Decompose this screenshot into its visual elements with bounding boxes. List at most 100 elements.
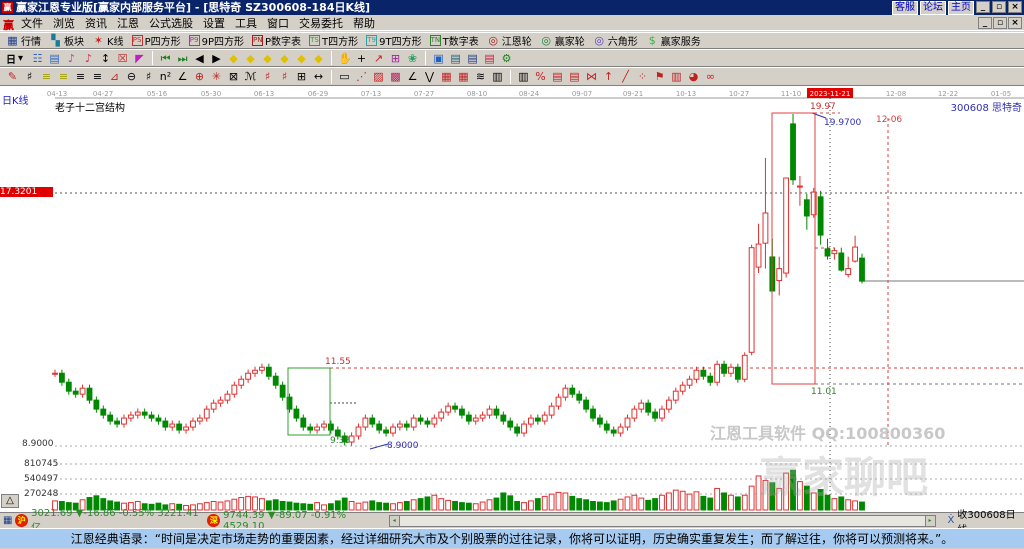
toolbar-button[interactable]: ▚ 板块 [49, 33, 88, 48]
zoom-a-icon[interactable]: ◆ [227, 52, 240, 65]
menu-item[interactable]: 帮助 [348, 15, 380, 31]
last-icon[interactable]: ⏭ [176, 52, 189, 65]
indicator-b-icon[interactable]: ♪ [82, 52, 95, 65]
menu-item[interactable]: 设置 [198, 15, 230, 31]
minimize-button[interactable]: _ [976, 1, 990, 13]
child-close-button[interactable]: × [1008, 17, 1022, 29]
link-home[interactable]: 主页 [948, 1, 974, 15]
list-icon[interactable]: ▤ [48, 52, 61, 65]
gann-b-icon[interactable]: ≡ [57, 70, 70, 83]
toolbar-button[interactable]: TN T数字表 [429, 33, 483, 48]
crosshair-icon[interactable]: + [355, 52, 368, 65]
toolbar-button[interactable]: ◎ 六角形 [593, 33, 642, 48]
gann-c-icon[interactable]: ≡ [74, 70, 87, 83]
rect-icon[interactable]: ▭ [338, 70, 351, 83]
toolbar-button[interactable]: PS P四方形 [131, 33, 185, 48]
gann-d-icon[interactable]: ≡ [91, 70, 104, 83]
menu-item[interactable]: 工具 [230, 15, 262, 31]
menu-item[interactable]: 资讯 [80, 15, 112, 31]
save-a-icon[interactable]: ▤ [449, 52, 462, 65]
menu-item[interactable]: 文件 [16, 15, 48, 31]
loop-icon[interactable]: ∞ [704, 70, 717, 83]
fan-icon[interactable]: ⊿ [108, 70, 121, 83]
close-button[interactable]: × [1008, 1, 1022, 13]
toolbar-button[interactable]: T9 9T四方形 [366, 33, 425, 48]
range-icon[interactable]: ↔ [312, 70, 325, 83]
link-customer-service[interactable]: 客服 [892, 1, 918, 15]
dots-icon[interactable]: ⁘ [636, 70, 649, 83]
fan-lines-icon[interactable]: ⋰ [355, 70, 368, 83]
zoom-f-icon[interactable]: ◆ [312, 52, 325, 65]
bars3-icon[interactable]: ▤ [568, 70, 581, 83]
gann-a-icon[interactable]: ≡ [40, 70, 53, 83]
parallel-icon[interactable]: ≋ [474, 70, 487, 83]
zoom-e-icon[interactable]: ◆ [295, 52, 308, 65]
first-icon[interactable]: ⏮ [159, 52, 172, 65]
period-dropdown[interactable]: 日 ▾ [6, 51, 27, 66]
angle-lines-icon[interactable]: ∠ [406, 70, 419, 83]
child-minimize-button[interactable]: _ [978, 17, 992, 29]
quote-board-icon[interactable]: ▦ [3, 515, 12, 526]
calendar-icon[interactable]: ▣ [432, 52, 445, 65]
toolbar-button[interactable]: ✶ K线 [92, 33, 128, 48]
menu-item[interactable]: 交易委托 [294, 15, 348, 31]
app-menu-icon[interactable]: 赢 [3, 17, 14, 33]
chart-type-icon[interactable]: ☷ [31, 52, 44, 65]
bars-icon[interactable]: ⊞ [295, 70, 308, 83]
square-fan-icon[interactable]: ▨ [372, 70, 385, 83]
box-icon[interactable]: ⊠ [227, 70, 240, 83]
toolbar-button[interactable]: PN P数字表 [252, 33, 305, 48]
n2-icon[interactable]: n² [159, 70, 172, 83]
network-icon[interactable]: ⚙ [500, 52, 513, 65]
percent-icon[interactable]: % [534, 70, 547, 83]
pie-icon[interactable]: ◕ [687, 70, 700, 83]
left-icon[interactable]: ◀ [193, 52, 206, 65]
candle-select-icon[interactable]: ↕ [99, 52, 112, 65]
menu-item[interactable]: 窗口 [262, 15, 294, 31]
circle-icon[interactable]: ⊖ [125, 70, 138, 83]
grid-lines-icon[interactable]: ♯ [142, 70, 155, 83]
toolbar-button[interactable]: P9 9P四方形 [188, 33, 248, 48]
arrow-icon[interactable]: ↑ [602, 70, 615, 83]
hash-icon[interactable]: ♯ [23, 70, 36, 83]
zoom-d-icon[interactable]: ◆ [278, 52, 291, 65]
horizontal-scrollbar[interactable]: ◂ ▸ [388, 514, 936, 527]
menu-item[interactable]: 浏览 [48, 15, 80, 31]
square-grid-icon[interactable]: ▩ [389, 70, 402, 83]
zoom-b-icon[interactable]: ◆ [244, 52, 257, 65]
toolbar-button[interactable]: TS T四方形 [309, 33, 362, 48]
line-tool-icon[interactable]: ╱ [619, 70, 632, 83]
flag-icon[interactable]: ⚑ [653, 70, 666, 83]
toggle-panel-button[interactable]: △ [1, 494, 19, 508]
zigzag-icon[interactable]: ⋁ [423, 70, 436, 83]
toolbar-button[interactable]: ▦ 行情 [6, 33, 45, 48]
maximize-button[interactable]: ▫ [992, 1, 1006, 13]
toolbar-button[interactable]: ◎ 赢家轮 [540, 33, 589, 48]
cycle-icon[interactable]: ⋈ [585, 70, 598, 83]
angle-icon[interactable]: ∠ [176, 70, 189, 83]
brain-icon[interactable]: ❀ [406, 52, 419, 65]
kline-chart[interactable]: 04-13 04-27 05-16 05-30 06-13 06-29 07-13 07-27… [0, 86, 1024, 512]
menu-item[interactable]: 公式选股 [144, 15, 198, 31]
toolbar-button[interactable]: ◎ 江恩轮 [487, 33, 536, 48]
red-a-icon[interactable]: ♯ [261, 70, 274, 83]
child-restore-button[interactable]: ▫ [993, 17, 1007, 29]
star-icon[interactable]: ✳ [210, 70, 223, 83]
hand-icon[interactable]: ✋ [338, 52, 352, 65]
save-b-icon[interactable]: ▤ [466, 52, 479, 65]
indicator-a-icon[interactable]: ♪ [65, 52, 78, 65]
matrix-b-icon[interactable]: ▦ [457, 70, 470, 83]
color-flag-icon[interactable]: ◤ [133, 52, 146, 65]
toolbar-button[interactable]: $ 赢家服务 [646, 33, 705, 48]
red-b-icon[interactable]: ♯ [278, 70, 291, 83]
wave-icon[interactable]: ℳ [244, 70, 257, 83]
link-forum[interactable]: 论坛 [920, 1, 946, 15]
bars2-icon[interactable]: ▤ [551, 70, 564, 83]
compare-icon[interactable]: ☒ [116, 52, 129, 65]
zoom-c-icon[interactable]: ◆ [261, 52, 274, 65]
matrix-icon[interactable]: ▦ [440, 70, 453, 83]
table-icon[interactable]: ▥ [491, 70, 504, 83]
disk-icon[interactable]: ▤ [483, 52, 496, 65]
calc-icon[interactable]: ⊞ [389, 52, 402, 65]
table-b-icon[interactable]: ▥ [517, 70, 530, 83]
